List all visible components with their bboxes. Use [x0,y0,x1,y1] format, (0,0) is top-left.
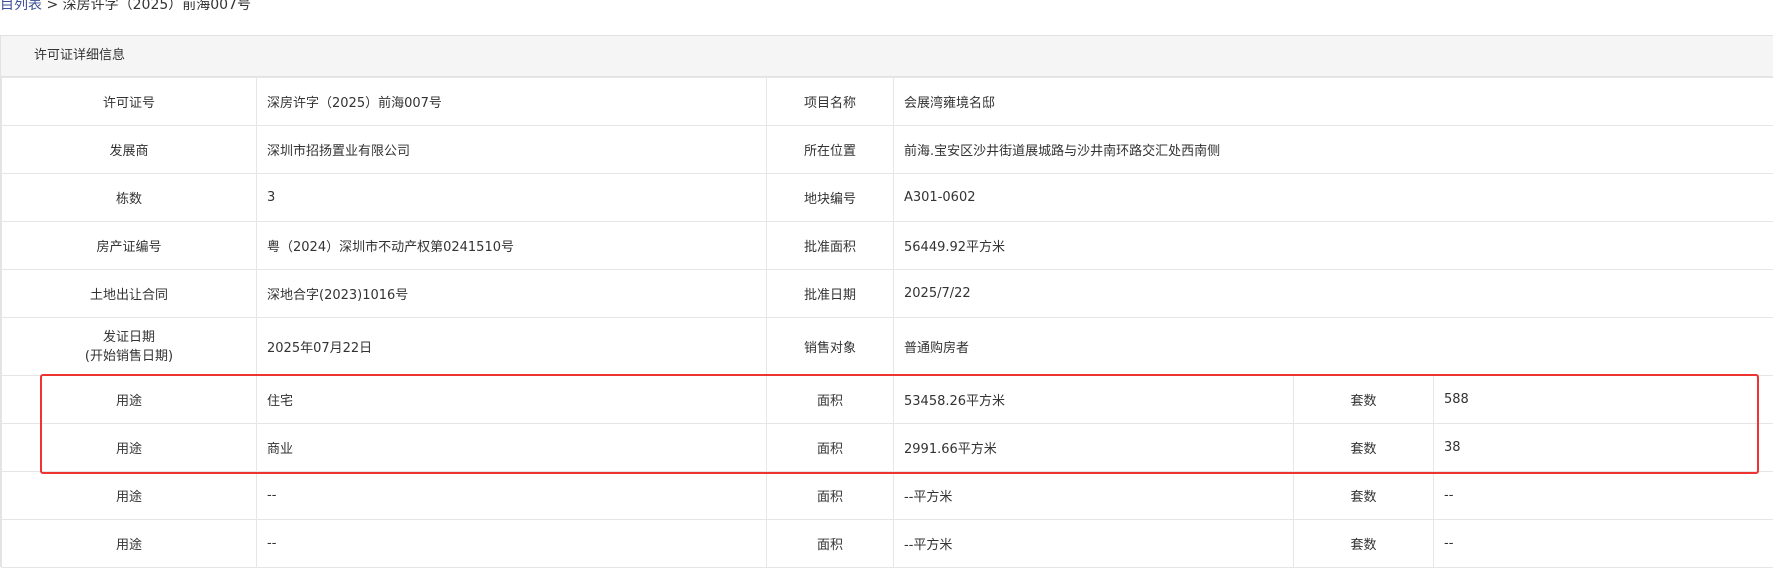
license-number-label: 许可证号 [2,78,257,126]
issue-date-label-line2: (开始销售日期) [12,347,246,366]
unit-count-label: 套数 [1294,376,1434,424]
license-number-value: 深房许字（2025）前海007号 [257,78,767,126]
table-row: 发展商 深圳市招扬置业有限公司 所在位置 前海.宝安区沙井街道展城路与沙井南环路… [2,126,1773,174]
usage-row: 用途 住宅 面积 53458.26平方米 套数 588 [2,376,1773,424]
land-contract-label: 土地出让合同 [2,270,257,318]
usage-row: 用途 -- 面积 --平方米 套数 -- [2,472,1773,520]
table-row: 发证日期 (开始销售日期) 2025年07月22日 销售对象 普通购房者 [2,318,1773,376]
area-label: 面积 [767,472,894,520]
area-label: 面积 [767,376,894,424]
location-value: 前海.宝安区沙井街道展城路与沙井南环路交汇处西南侧 [894,126,1773,174]
area-value: --平方米 [894,472,1294,520]
area-label: 面积 [767,424,894,472]
approval-date-value: 2025/7/22 [894,270,1773,318]
table-row: 房产证编号 粤（2024）深圳市不动产权第0241510号 批准面积 56449… [2,222,1773,270]
unit-count-value: -- [1434,520,1773,568]
location-label: 所在位置 [767,126,894,174]
area-value: 2991.66平方米 [894,424,1294,472]
unit-count-label: 套数 [1294,472,1434,520]
license-detail-table: 许可证号 深房许字（2025）前海007号 项目名称 会展湾雍境名邸 发展商 深… [1,77,1773,568]
project-name-label: 项目名称 [767,78,894,126]
property-cert-label: 房产证编号 [2,222,257,270]
issue-date-label-line1: 发证日期 [12,328,246,347]
approval-date-label: 批准日期 [767,270,894,318]
property-cert-value: 粤（2024）深圳市不动产权第0241510号 [257,222,767,270]
project-name-value: 会展湾雍境名邸 [894,78,1773,126]
unit-count-value: 588 [1434,376,1773,424]
usage-value: 住宅 [257,376,767,424]
unit-count-value: 38 [1434,424,1773,472]
panel-title: 许可证详细信息 [1,36,1773,77]
table-row: 栋数 3 地块编号 A301-0602 [2,174,1773,222]
usage-label: 用途 [2,472,257,520]
approved-area-label: 批准面积 [767,222,894,270]
usage-label: 用途 [2,376,257,424]
usage-value: -- [257,472,767,520]
usage-row: 用途 商业 面积 2991.66平方米 套数 38 [2,424,1773,472]
usage-row: 用途 -- 面积 --平方米 套数 -- [2,520,1773,568]
breadcrumb-separator: > [42,0,63,13]
usage-label: 用途 [2,520,257,568]
usage-value: -- [257,520,767,568]
breadcrumb-current: 深房许字（2025）前海007号 [63,0,251,13]
license-detail-panel: 许可证详细信息 许可证号 深房许字（2025）前海007号 项目名称 会展湾雍境… [0,35,1773,567]
plot-number-value: A301-0602 [894,174,1773,222]
developer-value: 深圳市招扬置业有限公司 [257,126,767,174]
area-value: 53458.26平方米 [894,376,1294,424]
table-row: 许可证号 深房许字（2025）前海007号 项目名称 会展湾雍境名邸 [2,78,1773,126]
issue-date-label: 发证日期 (开始销售日期) [2,318,257,376]
unit-count-label: 套数 [1294,520,1434,568]
building-count-value: 3 [257,174,767,222]
building-count-label: 栋数 [2,174,257,222]
area-label: 面积 [767,520,894,568]
table-row: 土地出让合同 深地合字(2023)1016号 批准日期 2025/7/22 [2,270,1773,318]
usage-value: 商业 [257,424,767,472]
area-value: --平方米 [894,520,1294,568]
breadcrumb-list-link[interactable]: 目列表 [0,0,42,13]
issue-date-value: 2025年07月22日 [257,318,767,376]
sales-target-label: 销售对象 [767,318,894,376]
unit-count-label: 套数 [1294,424,1434,472]
sales-target-value: 普通购房者 [894,318,1773,376]
unit-count-value: -- [1434,472,1773,520]
plot-number-label: 地块编号 [767,174,894,222]
approved-area-value: 56449.92平方米 [894,222,1773,270]
developer-label: 发展商 [2,126,257,174]
breadcrumb: 目列表 > 深房许字（2025）前海007号 [0,0,251,14]
land-contract-value: 深地合字(2023)1016号 [257,270,767,318]
usage-label: 用途 [2,424,257,472]
